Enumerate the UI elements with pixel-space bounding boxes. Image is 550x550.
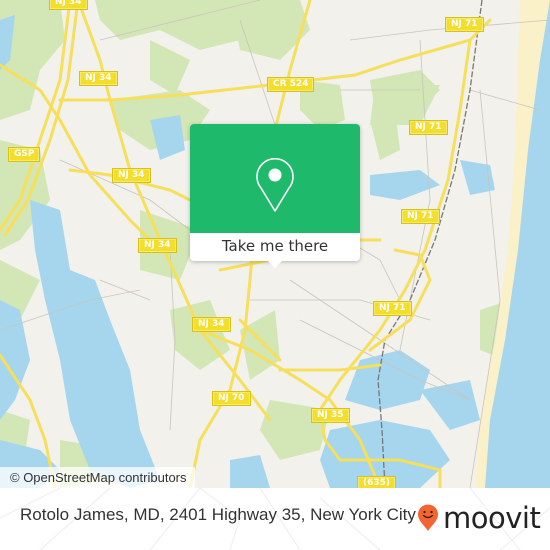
road-label-nj34-top: NJ 34 [49, 0, 88, 10]
map-pin-icon [256, 157, 294, 212]
road-label-cr635: (635) [356, 476, 397, 488]
road-label-nj34: NJ 34 [138, 238, 177, 253]
road-label-nj71: NJ 71 [409, 120, 448, 135]
popup-pointer [267, 260, 283, 268]
footer-bar: Rotolo James, MD, 2401 Highway 35, New Y… [0, 488, 550, 550]
road-label-nj71: NJ 71 [373, 301, 412, 316]
road-label-gsp: GSP [7, 147, 41, 162]
take-me-there-button[interactable]: Take me there [190, 233, 360, 261]
map-view[interactable]: NJ 34 NJ 34 GSP NJ 34 NJ 34 NJ 34 CR 524… [0, 0, 550, 488]
road-label-nj34: NJ 34 [192, 317, 231, 332]
moovit-pin-icon [418, 504, 438, 531]
popup-header [190, 124, 360, 233]
road-label-nj70: NJ 70 [212, 391, 251, 406]
road-label-nj34: NJ 34 [79, 71, 118, 86]
moovit-logo[interactable]: moovit [417, 501, 541, 535]
road-label-nj35: NJ 35 [311, 408, 350, 423]
road-label-cr524: CR 524 [266, 77, 315, 92]
moovit-wordmark: moovit [443, 501, 541, 535]
road-label-nj34: NJ 34 [112, 168, 151, 183]
map-attribution[interactable]: © OpenStreetMap contributors [0, 467, 195, 488]
road-label-nj71: NJ 71 [445, 17, 484, 32]
road-label-nj71: NJ 71 [401, 209, 440, 224]
place-address: Rotolo James, MD, 2401 Highway 35, New Y… [20, 505, 416, 524]
location-popup: Take me there [190, 124, 360, 268]
